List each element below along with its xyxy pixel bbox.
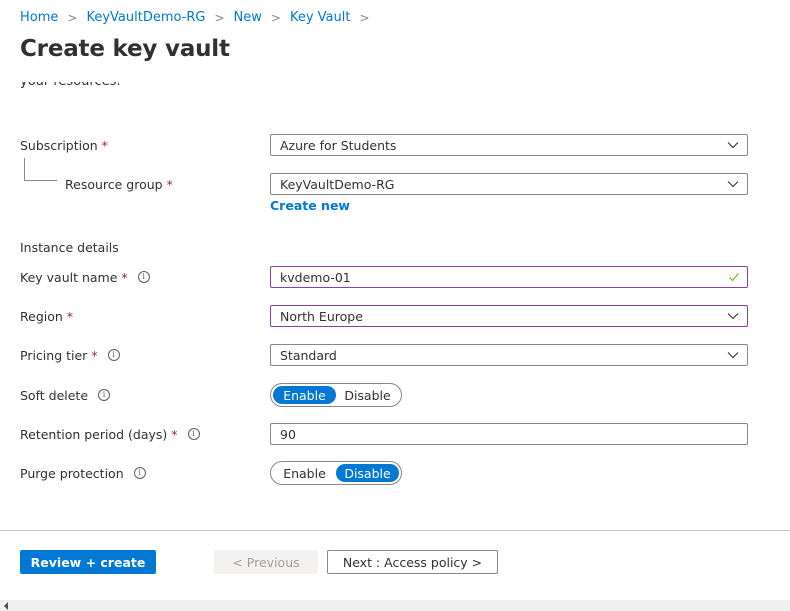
purge-protection-label: Purge protection i (20, 462, 146, 484)
chevron-right-icon: > (214, 10, 225, 25)
tree-connector (24, 158, 57, 181)
pricing-tier-label: Pricing tier * i (20, 344, 120, 366)
page-title: Create key vault (20, 36, 230, 62)
scroll-left-arrow-icon[interactable] (4, 602, 8, 610)
info-icon[interactable]: i (137, 271, 150, 283)
purge-protection-toggle[interactable]: Enable Disable (270, 461, 402, 485)
region-dropdown[interactable]: North Europe (270, 305, 748, 327)
pricing-tier-dropdown[interactable]: Standard (270, 344, 748, 366)
chevron-down-icon (727, 142, 739, 149)
breadcrumb-key-vault[interactable]: Key Vault (290, 10, 351, 25)
subscription-label: Subscription * (20, 137, 108, 153)
region-label: Region * (20, 308, 74, 324)
section-heading-instance-details: Instance details (20, 240, 119, 255)
soft-delete-enable-option[interactable]: Enable (273, 386, 336, 404)
info-icon[interactable]: i (98, 389, 111, 401)
required-marker: * (171, 426, 178, 442)
review-create-button[interactable]: Review + create (20, 550, 156, 574)
horizontal-scrollbar[interactable] (0, 600, 790, 611)
create-new-link[interactable]: Create new (270, 198, 350, 213)
breadcrumb: Home > KeyVaultDemo-RG > New > Key Vault… (20, 10, 379, 25)
chevron-down-icon (727, 313, 739, 320)
key-vault-name-label: Key vault name * i (20, 266, 150, 288)
info-icon[interactable]: i (107, 349, 120, 361)
purge-protection-enable-option[interactable]: Enable (273, 464, 336, 482)
purge-protection-disable-option[interactable]: Disable (336, 464, 399, 482)
info-icon[interactable]: i (133, 467, 146, 479)
chevron-down-icon (727, 181, 739, 188)
retention-period-label: Retention period (days) * i (20, 423, 200, 445)
required-marker: * (91, 347, 98, 363)
required-marker: * (166, 176, 173, 192)
key-vault-name-input[interactable]: kvdemo-01 (270, 266, 748, 288)
breadcrumb-new[interactable]: New (234, 10, 262, 25)
resource-group-label: Resource group * (65, 176, 173, 192)
required-marker: * (121, 269, 128, 285)
soft-delete-label: Soft delete i (20, 384, 111, 406)
chevron-right-icon: > (359, 10, 370, 25)
required-marker: * (66, 308, 74, 324)
chevron-down-icon (727, 352, 739, 359)
subscription-dropdown[interactable]: Azure for Students (270, 134, 748, 156)
breadcrumb-home[interactable]: Home (20, 10, 58, 25)
chevron-right-icon: > (270, 10, 281, 25)
soft-delete-disable-option[interactable]: Disable (336, 386, 399, 404)
checkmark-icon (729, 273, 739, 282)
chevron-right-icon: > (67, 10, 78, 25)
breadcrumb-resource-group[interactable]: KeyVaultDemo-RG (86, 10, 205, 25)
soft-delete-toggle[interactable]: Enable Disable (270, 383, 402, 407)
required-marker: * (101, 137, 108, 153)
footer-divider (0, 530, 790, 531)
previous-button[interactable]: < Previous (214, 550, 318, 574)
description-text: your resources. (20, 82, 121, 96)
info-icon[interactable]: i (187, 428, 200, 440)
retention-period-input[interactable]: 90 (270, 423, 748, 445)
resource-group-dropdown[interactable]: KeyVaultDemo-RG (270, 173, 748, 195)
next-access-policy-button[interactable]: Next : Access policy > (327, 550, 498, 574)
